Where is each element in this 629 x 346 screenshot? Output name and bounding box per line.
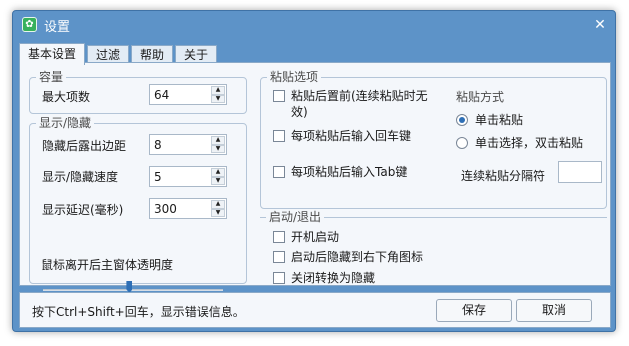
double-click-paste-label: 单击选择，双击粘贴 [475, 136, 584, 150]
gear-icon: ✿ [22, 17, 37, 32]
enter-after-paste-checkbox[interactable]: 每项粘贴后输入回车键 [273, 128, 411, 144]
opacity-label: 鼠标离开后主窗体透明度 [41, 258, 174, 272]
spin-down-icon[interactable]: ▼ [211, 144, 225, 153]
startup-group-title: 启动/退出 [266, 209, 325, 225]
spin-up-icon[interactable]: ▲ [211, 168, 225, 177]
save-button[interactable]: 保存 [436, 299, 512, 322]
paste-options-title: 粘贴选项 [267, 69, 322, 85]
cancel-button[interactable]: 取消 [516, 299, 592, 322]
tab-basic-settings[interactable]: 基本设置 [19, 43, 86, 65]
paste-options-group: 粘贴选项 粘贴后置前(连续粘贴时无效) 每项粘贴后输入回车键 每项粘贴后输入Ta… [260, 69, 607, 209]
close-icon[interactable]: ✕ [591, 16, 609, 34]
capacity-group-title: 容量 [36, 69, 67, 85]
show-delay-label: 显示延迟(毫秒) [42, 203, 124, 217]
double-click-paste-radio[interactable]: 单击选择，双击粘贴 [456, 134, 583, 151]
show-speed-value: 5 [154, 170, 162, 184]
hide-margin-spinner[interactable]: 8 ▲ ▼ [149, 134, 227, 155]
status-message: 按下Ctrl+Shift+回车，显示错误信息。 [32, 305, 245, 319]
close-to-hide-checkbox[interactable]: 关闭转换为隐藏 [273, 270, 375, 286]
separator-input[interactable] [558, 161, 602, 183]
tab-after-paste-label: 每项粘贴后输入Tab键 [291, 165, 408, 179]
show-speed-spinner[interactable]: 5 ▲ ▼ [149, 166, 227, 187]
settings-window: ✿ 设置 ✕ 基本设置 过滤 帮助 关于 容量 最大项数 64 ▲ ▼ 显示/隐… [12, 10, 616, 332]
spin-up-icon[interactable]: ▲ [211, 86, 225, 95]
startup-group: 启动/退出 开机启动 启动后隐藏到右下角图标 关闭转换为隐藏 [260, 209, 607, 285]
autostart-checkbox[interactable]: 开机启动 [273, 229, 339, 245]
paste-mode-title: 粘贴方式 [456, 90, 505, 104]
tab-after-paste-checkbox[interactable]: 每项粘贴后输入Tab键 [273, 164, 407, 180]
display-group-title: 显示/隐藏 [36, 115, 95, 131]
separator-label: 连续粘贴分隔符 [461, 169, 546, 183]
show-delay-value: 300 [154, 202, 177, 216]
show-delay-spinner[interactable]: 300 ▲ ▼ [149, 198, 227, 219]
max-items-value: 64 [154, 88, 170, 102]
spin-up-icon[interactable]: ▲ [211, 136, 225, 145]
move-front-label: 粘贴后置前(连续粘贴时无效) [291, 89, 428, 119]
status-bar: 按下Ctrl+Shift+回车，显示错误信息。 保存 取消 [19, 292, 611, 328]
move-front-checkbox[interactable]: 粘贴后置前(连续粘贴时无效) [273, 88, 443, 120]
enter-after-paste-label: 每项粘贴后输入回车键 [291, 129, 412, 143]
show-speed-label: 显示/隐藏速度 [42, 170, 119, 184]
spin-up-icon[interactable]: ▲ [211, 200, 225, 209]
close-to-hide-label: 关闭转换为隐藏 [291, 271, 376, 285]
basic-settings-panel: 容量 最大项数 64 ▲ ▼ 显示/隐藏 隐藏后露出边距 8 ▲ ▼ 显示/隐藏 [19, 62, 611, 299]
single-click-paste-label: 单击粘贴 [475, 113, 524, 127]
title-bar: ✿ 设置 ✕ [13, 11, 615, 39]
spin-down-icon[interactable]: ▼ [211, 176, 225, 185]
single-click-paste-radio[interactable]: 单击粘贴 [456, 111, 523, 128]
max-items-spinner[interactable]: 64 ▲ ▼ [149, 84, 227, 105]
capacity-group: 容量 最大项数 64 ▲ ▼ [29, 69, 247, 114]
hide-margin-value: 8 [154, 138, 162, 152]
window-title: 设置 [44, 20, 71, 35]
spin-down-icon[interactable]: ▼ [211, 208, 225, 217]
hide-to-tray-checkbox[interactable]: 启动后隐藏到右下角图标 [273, 249, 423, 265]
tab-bar: 基本设置 过滤 帮助 关于 [19, 43, 219, 65]
hide-to-tray-label: 启动后隐藏到右下角图标 [291, 250, 424, 264]
spin-down-icon[interactable]: ▼ [211, 94, 225, 103]
max-items-label: 最大项数 [42, 90, 91, 104]
hide-margin-label: 隐藏后露出边距 [42, 139, 127, 153]
autostart-label: 开机启动 [291, 230, 340, 244]
